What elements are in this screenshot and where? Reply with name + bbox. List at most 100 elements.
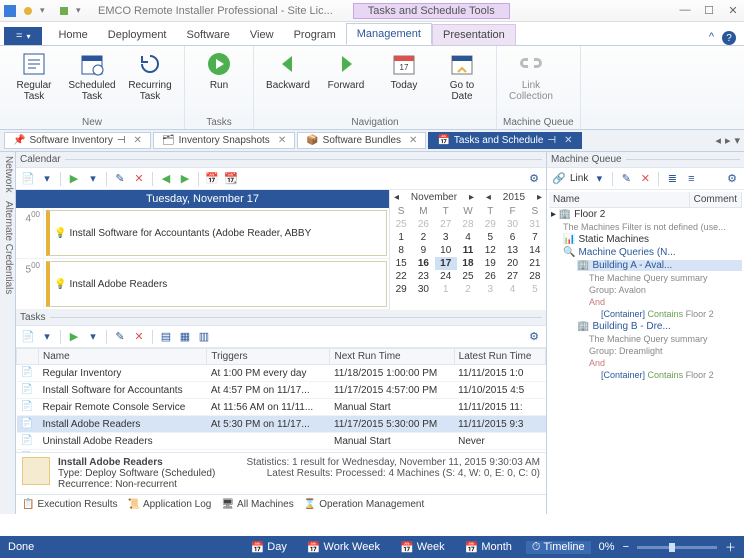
dropdown-icon[interactable]: ▾ [85,171,101,187]
col-latest[interactable]: Latest Run Time [454,349,545,365]
run-button[interactable]: Run [191,48,247,93]
tree-building-b[interactable]: 🏢 Building B - Dre... [577,321,742,332]
today-button[interactable]: 17Today [376,48,432,93]
recurring-task-button[interactable]: Recurring Task [122,48,178,104]
tree-building-a[interactable]: 🏢 Building A - Aval... [577,260,742,271]
delete-icon[interactable]: ✕ [637,171,653,187]
tab-view[interactable]: View [240,25,284,45]
goto-icon[interactable]: 📆 [223,171,239,187]
calendar-day[interactable]: 30 [501,218,523,231]
view2-icon[interactable]: ▦ [177,329,193,345]
close-icon[interactable]: ✕ [134,135,142,146]
edit-icon[interactable]: ✎ [112,171,128,187]
delete-icon[interactable]: ✕ [131,171,147,187]
close-icon[interactable]: ✕ [409,135,417,146]
forward-button[interactable]: Forward [318,48,374,93]
calendar-day[interactable]: 29 [479,218,501,231]
tab-right-icon[interactable]: ▸ [725,134,731,147]
scheduled-task-button[interactable]: Scheduled Task [64,48,120,104]
calendar-day[interactable]: 8 [390,244,412,257]
tab-menu-icon[interactable]: ▾ [734,134,740,147]
tab-program[interactable]: Program [284,25,346,45]
calendar-day[interactable]: 26 [479,270,501,283]
tab-operation-management[interactable]: ⌛Operation Management [304,499,425,510]
timeslot-4[interactable]: 400 💡Install Software for Accountants (A… [16,208,389,259]
dropdown-icon[interactable]: ▾ [591,171,607,187]
close-icon[interactable]: ✕ [564,135,572,146]
view-work-week[interactable]: 📅 Work Week [301,541,386,554]
task-row[interactable]: 📄Repair Remote Console ServiceAt 11:56 A… [17,399,546,416]
calendar-day[interactable]: 5 [524,283,546,296]
dropdown-icon[interactable]: ▾ [85,329,101,345]
qat-dropdown-2[interactable]: ▾ [76,5,88,17]
run-icon[interactable]: ▶ [66,171,82,187]
tab-left-icon[interactable]: ◂ [715,134,721,147]
col-triggers[interactable]: Triggers [207,349,330,365]
regular-task-button[interactable]: Regular Task [6,48,62,104]
pin-icon[interactable]: ⊣ [547,135,556,146]
view-month[interactable]: 📅 Month [459,541,518,554]
calendar-day[interactable]: 16 [412,257,434,270]
next-icon[interactable]: ▶ [177,171,193,187]
next-year-icon[interactable]: ▸ [537,192,542,203]
calendar-day[interactable]: 2 [457,283,479,296]
view-week[interactable]: 📅 Week [394,541,451,554]
delete-icon[interactable]: ✕ [131,329,147,345]
calendar-day[interactable]: 19 [479,257,501,270]
calendar-day[interactable]: 29 [390,283,412,296]
sidebar-credentials[interactable]: Alternate Credentials [1,201,14,294]
gear-icon[interactable]: ⚙ [724,171,740,187]
tab-presentation[interactable]: Presentation [432,24,516,45]
calendar-day[interactable]: 11 [457,244,479,257]
calendar-day[interactable]: 28 [524,270,546,283]
link-icon[interactable]: 🔗 [551,171,567,187]
col-name[interactable]: Name [39,349,207,365]
tab-deployment[interactable]: Deployment [98,25,177,45]
tree-floor[interactable]: ▸ 🏢 Floor 2 [551,209,742,220]
zoom-slider[interactable] [637,546,717,549]
prev-year-icon[interactable]: ◂ [486,192,491,203]
task-row[interactable]: 📄Install Software for AccountantsAt 4:57… [17,382,546,399]
goto-date-button[interactable]: Go to Date [434,48,490,104]
calendar-day[interactable]: 22 [390,270,412,283]
calendar-day[interactable]: 17 [435,257,457,270]
edit-icon[interactable]: ✎ [112,329,128,345]
doctab-tasks-schedule[interactable]: 📅Tasks and Schedule⊣✕ [428,132,581,149]
minimize-button[interactable]: — [678,4,692,17]
calendar-day[interactable]: 30 [412,283,434,296]
doctab-software-inventory[interactable]: 📌Software Inventory⊣✕ [4,132,151,149]
gear-icon[interactable]: ⚙ [526,171,542,187]
calendar-day[interactable]: 18 [457,257,479,270]
calendar-day[interactable]: 26 [412,218,434,231]
calendar-day[interactable]: 27 [501,270,523,283]
task-row[interactable]: 📄Install Adobe ReadersAt 5:30 PM on 11/1… [17,416,546,433]
view1-icon[interactable]: ▤ [158,329,174,345]
calendar-day[interactable]: 13 [501,244,523,257]
calendar-day[interactable]: 23 [412,270,434,283]
tree-queries[interactable]: 🔍 Machine Queries (N... [563,247,742,258]
qat-icon[interactable] [22,5,34,17]
appointment[interactable]: 💡Install Adobe Readers [46,261,387,307]
pin-pin-icon[interactable]: ⊣ [117,135,126,146]
view3-icon[interactable]: ▥ [196,329,212,345]
new-task-icon[interactable]: 📄 [20,171,36,187]
calendar-day[interactable]: 4 [457,231,479,244]
timeslot-5[interactable]: 500 💡Install Adobe Readers [16,259,389,310]
view-day[interactable]: 📅 Day [245,541,293,554]
dropdown-icon[interactable]: ▾ [39,329,55,345]
calendar-day[interactable]: 4 [501,283,523,296]
today-icon[interactable]: 📅 [204,171,220,187]
calendar-day[interactable]: 25 [390,218,412,231]
tab-management[interactable]: Management [346,23,432,45]
next-month-icon[interactable]: ▸ [469,192,474,203]
tab-application-log[interactable]: 📜Application Log [128,499,212,510]
zoom-in-icon[interactable]: ＋ [725,539,736,555]
tree-static[interactable]: 📊 Static Machines [563,234,742,245]
close-button[interactable]: ✕ [726,4,740,17]
tab-home[interactable]: Home [48,25,97,45]
calendar-day[interactable]: 6 [501,231,523,244]
calendar-day[interactable]: 3 [435,231,457,244]
task-row[interactable]: 📄Uninstall Adobe ReadersManual StartNeve… [17,433,546,450]
ribbon-collapse-icon[interactable]: ^ [709,31,714,45]
calendar-day[interactable]: 31 [524,218,546,231]
